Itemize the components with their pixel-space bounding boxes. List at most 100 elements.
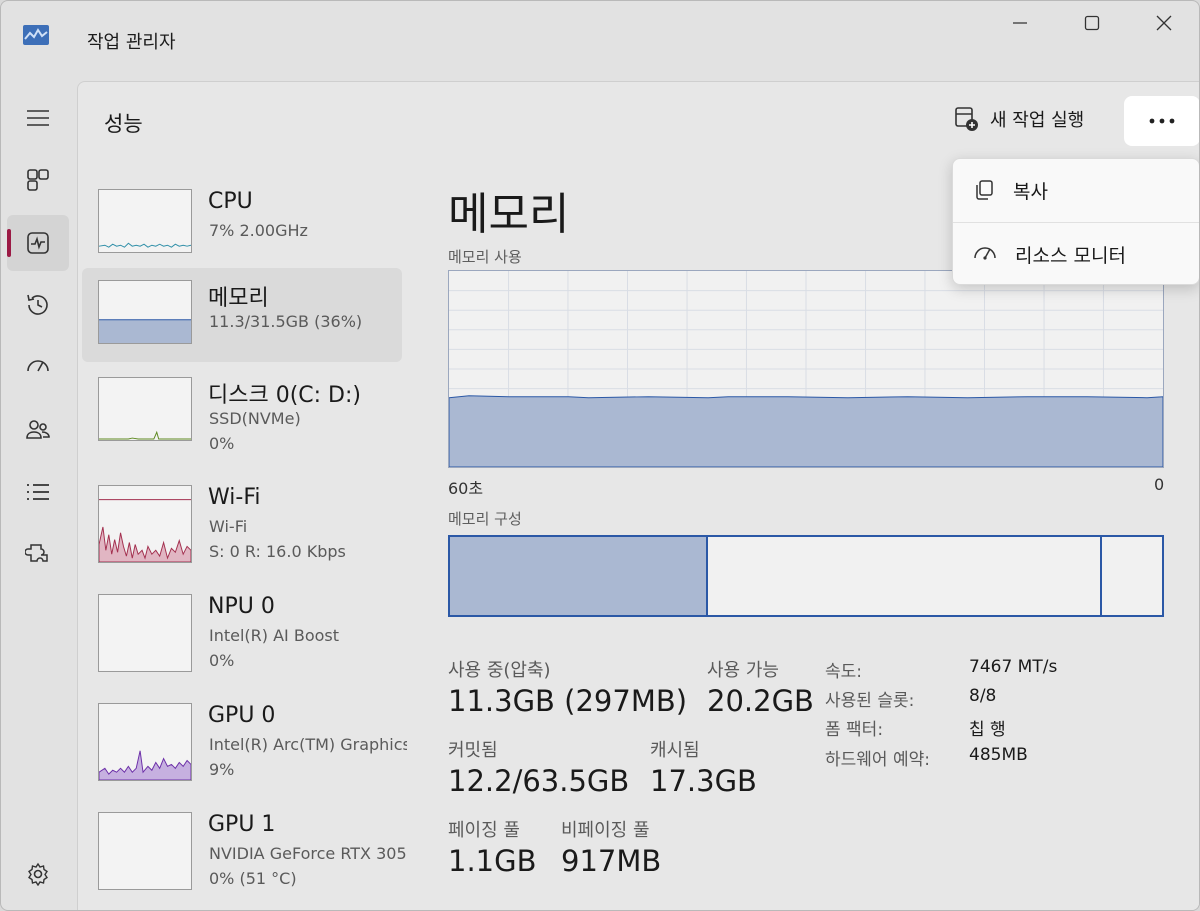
nav-app-history[interactable]	[7, 277, 69, 333]
title-bar: 작업 관리자	[1, 1, 1199, 81]
maximize-button[interactable]	[1056, 1, 1128, 45]
detail-title: 메모리	[448, 189, 570, 240]
committed-label: 커밋됨	[448, 740, 498, 761]
cached-label: 캐시됨	[650, 740, 700, 761]
page-title: 성능	[104, 112, 143, 136]
nav-services[interactable]	[7, 527, 69, 583]
cpu-thumbnail-graph	[98, 189, 192, 253]
composition-in-use	[450, 537, 708, 615]
paged-pool-value: 1.1GB	[448, 844, 537, 878]
close-icon	[1156, 15, 1172, 31]
menu-item-copy[interactable]: 복사	[953, 159, 1199, 221]
graph-axis-right: 0	[1154, 475, 1165, 494]
more-options-button[interactable]	[1124, 96, 1199, 146]
menu-item-label: 리소스 모니터	[1015, 244, 1126, 267]
perf-subtitle: Intel(R) AI Boost	[209, 626, 340, 645]
task-manager-window: 작업 관리자 성능 새 작업 실행 CPU 7% 2.00GHz 메모리 11.…	[0, 0, 1200, 911]
perf-name: 메모리	[208, 286, 269, 311]
perf-name: 디스크 0(C: D:)	[208, 383, 361, 408]
perf-item-gpu0[interactable]: GPU 0 Intel(R) Arc(TM) Graphics 9%	[82, 691, 407, 785]
perf-name: GPU 1	[208, 812, 276, 837]
more-icon	[1149, 118, 1175, 124]
gauge-icon	[974, 247, 996, 260]
form-factor-label: 폼 팩터:	[825, 720, 884, 740]
perf-item-wifi[interactable]: Wi-Fi Wi-Fi S: 0 R: 16.0 Kbps	[82, 473, 402, 567]
perf-subtitle: 7% 2.00GHz	[209, 221, 308, 240]
nav-processes[interactable]	[7, 152, 69, 208]
menu-item-label: 복사	[1013, 180, 1048, 203]
copy-icon	[976, 180, 993, 200]
committed-value: 12.2/63.5GB	[448, 764, 630, 798]
gpu0-thumbnail-graph	[98, 703, 192, 781]
perf-subtitle-2: 0%	[209, 651, 235, 670]
more-options-menu: 복사 리소스 모니터	[952, 158, 1199, 285]
wifi-thumbnail-graph	[98, 485, 192, 563]
settings-icon	[28, 862, 48, 886]
composition-divider	[1100, 537, 1102, 615]
perf-item-gpu1[interactable]: GPU 1 NVIDIA GeForce RTX 3050 0% (51 °C)	[82, 800, 407, 894]
available-label: 사용 가능	[707, 660, 779, 681]
perf-name: Wi-Fi	[208, 485, 261, 510]
app-history-icon	[27, 294, 48, 315]
graph-axis-left: 60초	[448, 479, 484, 498]
close-button[interactable]	[1128, 1, 1199, 45]
perf-subtitle-2: 0%	[209, 434, 235, 453]
perf-subtitle: 11.3/31.5GB (36%)	[209, 312, 363, 331]
npu-thumbnail-graph	[98, 594, 192, 672]
perf-item-npu[interactable]: NPU 0 Intel(R) AI Boost 0%	[82, 582, 402, 676]
perf-subtitle: NVIDIA GeForce RTX 3050	[209, 844, 407, 863]
task-manager-app-icon	[23, 25, 49, 45]
nav-details[interactable]	[7, 464, 69, 520]
memory-composition-bar	[448, 535, 1164, 617]
details-icon	[27, 484, 49, 500]
gpu1-thumbnail-graph	[98, 812, 192, 890]
window-title: 작업 관리자	[87, 32, 176, 53]
processes-icon	[27, 169, 49, 191]
active-nav-indicator	[7, 229, 11, 257]
memory-usage-label: 메모리 사용	[448, 248, 522, 266]
startup-apps-icon	[27, 360, 49, 372]
memory-usage-graph	[448, 270, 1164, 468]
hamburger-icon	[27, 110, 49, 126]
disk-thumbnail-graph	[98, 377, 192, 441]
run-new-task-label: 새 작업 실행	[990, 110, 1085, 131]
slots-used-label: 사용된 슬롯:	[825, 691, 915, 711]
performance-panel: 성능 새 작업 실행 CPU 7% 2.00GHz 메모리 11.3/31.5G…	[77, 81, 1199, 910]
menu-item-resource-monitor[interactable]: 리소스 모니터	[953, 223, 1199, 285]
users-icon	[26, 420, 50, 439]
hardware-reserved-value: 485MB	[969, 745, 1028, 765]
nav-settings[interactable]	[7, 846, 69, 902]
slots-used-value: 8/8	[969, 686, 997, 706]
nonpaged-pool-label: 비페이징 풀	[561, 820, 650, 841]
hamburger-menu-button[interactable]	[7, 90, 69, 146]
nonpaged-pool-value: 917MB	[561, 844, 662, 878]
run-new-task-button[interactable]: 새 작업 실행	[954, 106, 1084, 132]
perf-subtitle: SSD(NVMe)	[209, 409, 301, 428]
speed-label: 속도:	[825, 662, 863, 682]
perf-item-cpu[interactable]: CPU 7% 2.00GHz	[82, 177, 402, 271]
hardware-reserved-label: 하드웨어 예약:	[825, 750, 930, 770]
perf-name: NPU 0	[208, 594, 275, 619]
perf-subtitle-2: 9%	[209, 760, 235, 779]
in-use-value: 11.3GB (297MB)	[448, 684, 688, 718]
perf-item-disk[interactable]: 디스크 0(C: D:) SSD(NVMe) 0%	[82, 365, 402, 459]
in-use-label: 사용 중(압축)	[448, 660, 551, 681]
perf-subtitle-2: S: 0 R: 16.0 Kbps	[209, 542, 346, 561]
nav-performance[interactable]	[7, 215, 69, 271]
perf-item-memory[interactable]: 메모리 11.3/31.5GB (36%)	[82, 268, 402, 362]
nav-startup-apps[interactable]	[7, 339, 69, 395]
paged-pool-label: 페이징 풀	[448, 820, 520, 841]
nav-users[interactable]	[7, 402, 69, 458]
perf-subtitle-2: 0% (51 °C)	[209, 869, 297, 888]
perf-subtitle: Wi-Fi	[209, 517, 248, 536]
minimize-button[interactable]	[984, 1, 1056, 45]
minimize-icon	[1013, 22, 1027, 24]
cached-value: 17.3GB	[650, 764, 757, 798]
maximize-icon	[1084, 15, 1100, 31]
memory-thumbnail-graph	[98, 280, 192, 344]
perf-name: CPU	[208, 189, 253, 214]
run-new-task-icon	[955, 107, 978, 131]
available-value: 20.2GB	[707, 684, 814, 718]
services-icon	[25, 544, 48, 562]
memory-composition-label: 메모리 구성	[448, 510, 522, 528]
